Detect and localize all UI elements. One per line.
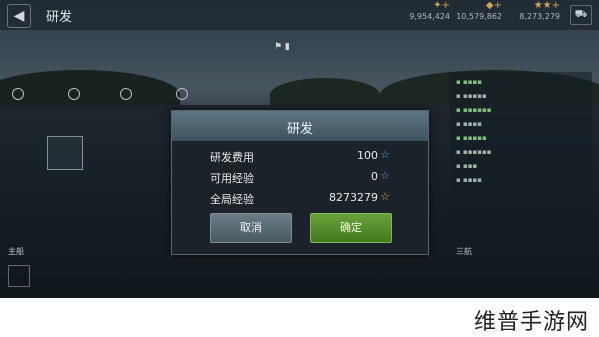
watermark-text: 维普手游网 <box>474 310 590 335</box>
side-row: ▪ ▪▪▪▪▪▪ <box>456 106 492 114</box>
top-bar: ◀ 研发 ✦+ 9,954,424 ◆+ 10,579,862 ★★+ 8,27… <box>0 0 599 30</box>
back-arrow-icon: ◀ <box>13 8 25 24</box>
page-title: 研发 <box>46 10 73 25</box>
confirm-button[interactable]: 确定 <box>310 213 392 243</box>
dialog-header: 研发 <box>172 111 428 141</box>
module-side-panel: ▪ ▪▪▪▪ ▪ ▪▪▪▪▪ ▪ ▪▪▪▪▪▪ ▪ ▪▪▪▪ ▪ ▪▪▪▪▪ ▪… <box>450 72 592 260</box>
xp-star-icon: ☆ <box>380 148 390 161</box>
side-row: ▪ ▪▪▪▪ <box>456 120 482 128</box>
ship-card[interactable] <box>47 136 83 170</box>
ship-indicator: ⚑ ▮ <box>274 42 290 52</box>
xp-stars-icon: ★★+ <box>533 0 560 11</box>
cancel-button[interactable]: 取消 <box>210 213 292 243</box>
side-row: ▪ ▪▪▪▪ <box>456 78 482 86</box>
left-bottom-label: 主船 <box>8 247 24 256</box>
xp-star-icon: ☆ <box>380 169 390 182</box>
focus-button[interactable] <box>8 265 30 287</box>
cost-label: 研发费用 <box>210 151 254 164</box>
global-xp-value: 8273279 <box>329 191 378 204</box>
global-xp-label: 全局经验 <box>210 193 254 206</box>
dialog-title: 研发 <box>286 122 313 137</box>
side-row: ▪ ▪▪▪▪ <box>456 176 482 184</box>
side-row: ▪ ▪▪▪▪▪ <box>456 134 487 142</box>
side-row: ▪ ▪▪▪▪▪ <box>456 92 487 100</box>
tech-node[interactable] <box>68 88 80 100</box>
shop-button[interactable]: ⛟ <box>570 5 592 25</box>
watermark-strip: 维普手游网 <box>0 298 599 337</box>
available-xp-value: 0 <box>371 170 378 183</box>
back-button[interactable]: ◀ <box>7 4 31 28</box>
tech-node[interactable] <box>176 88 188 100</box>
side-bottom-label: 三航 <box>456 247 472 256</box>
side-row: ▪ ▪▪▪ <box>456 162 478 170</box>
xp-value: 8,273,279 <box>519 12 560 21</box>
resource-xp: ★★+ 8,273,279 <box>490 0 560 21</box>
shop-cart-icon: ⛟ <box>574 9 588 20</box>
tech-node[interactable] <box>12 88 24 100</box>
cost-value: 100 <box>357 149 378 162</box>
global-xp-star-icon: ☆ <box>380 190 390 203</box>
research-dialog: 研发 研发费用 100 ☆ 可用经验 0 ☆ 全局经验 8273279 ☆ 取消… <box>171 110 429 255</box>
side-row: ▪ ▪▪▪▪▪▪ <box>456 148 492 156</box>
available-xp-label: 可用经验 <box>210 172 254 185</box>
tech-node[interactable] <box>120 88 132 100</box>
